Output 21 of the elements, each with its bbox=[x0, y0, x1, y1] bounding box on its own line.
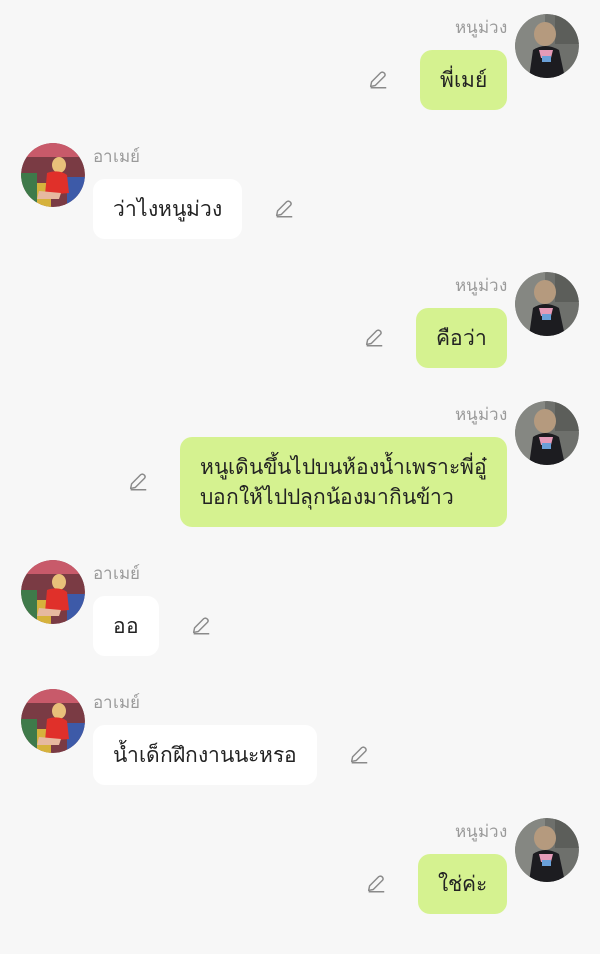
pencil-icon[interactable] bbox=[348, 744, 370, 766]
message-bubble: คือว่า bbox=[416, 308, 507, 368]
pencil-icon[interactable] bbox=[127, 471, 149, 493]
sender-name: อาเมย์ bbox=[93, 147, 140, 169]
sender-name: หนูม่วง bbox=[455, 18, 507, 40]
pencil-icon[interactable] bbox=[273, 198, 295, 220]
pencil-icon[interactable] bbox=[363, 327, 385, 349]
pencil-icon[interactable] bbox=[365, 873, 387, 895]
message-bubble: น้ำเด็กฝึกงานนะหรอ bbox=[93, 725, 317, 785]
message-bubble: พี่เมย์ bbox=[420, 50, 507, 110]
sender-name: หนูม่วง bbox=[455, 405, 507, 427]
message-bubble: หนูเดินขึ้นไปบนห้องน้ำเพราะพี่อู๋ บอกให้ไปปลุกน้องมากินข้าว bbox=[180, 437, 507, 527]
message-bubble: ว่าไงหนูม่วง bbox=[93, 179, 242, 239]
sender-name: อาเมย์ bbox=[93, 564, 140, 586]
message-bubble: ออ bbox=[93, 596, 159, 656]
sender-name: หนูม่วง bbox=[455, 276, 507, 298]
pencil-icon[interactable] bbox=[367, 69, 389, 91]
sender-name: หนูม่วง bbox=[455, 822, 507, 844]
message-bubble: ใช่ค่ะ bbox=[418, 854, 507, 914]
pencil-icon[interactable] bbox=[190, 615, 212, 637]
sender-name: อาเมย์ bbox=[93, 693, 140, 715]
